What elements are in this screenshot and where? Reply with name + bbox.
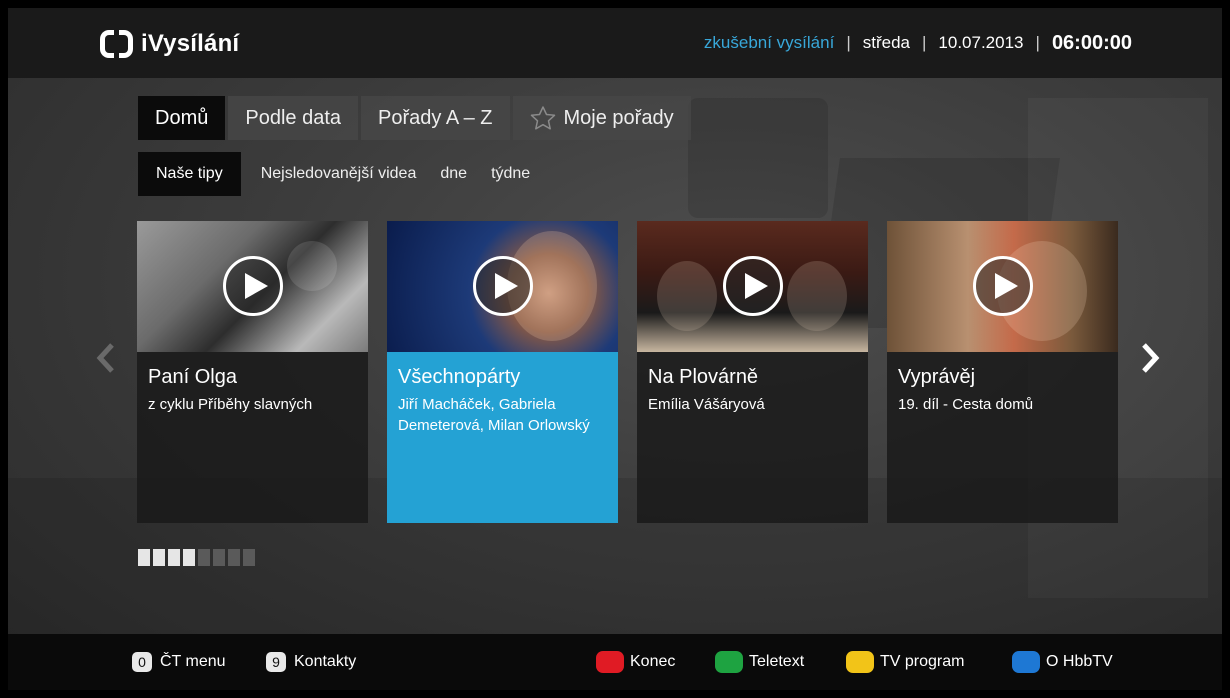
red-button-label: Konec	[630, 653, 676, 670]
contacts-key-hint[interactable]: 9 Kontakty	[266, 634, 356, 690]
video-title: Paní Olga	[148, 366, 237, 388]
ct-logo-icon	[100, 30, 133, 58]
video-card[interactable]: Vyprávěj 19. díl - Cesta domů	[887, 221, 1118, 523]
green-button-label: Teletext	[749, 653, 805, 670]
status-date: 10.07.2013	[938, 33, 1024, 52]
footer-bar: 0 ČT menu 9 Kontakty Konec Teletext TV p…	[8, 634, 1222, 690]
pager-dot	[228, 549, 240, 566]
video-title: Všechnopárty	[398, 366, 521, 388]
video-card[interactable]: Na Plovárně Emília Vášáryová	[637, 221, 868, 523]
status-day: středa	[862, 33, 910, 52]
tab-by-date[interactable]: Podle data	[228, 96, 358, 140]
blue-button-hbbtv[interactable]: O HbbTV	[1012, 634, 1113, 690]
tab-label: Pořady A – Z	[378, 106, 493, 129]
sub-tabs: Naše tipy Nejsledovanější videa dne týdn…	[138, 152, 542, 196]
main-tabs: Domů Podle data Pořady A – Z Moje pořady	[138, 96, 691, 140]
subtab-week[interactable]: týdne	[479, 152, 542, 196]
header-bar: iVysílání zkušební vysílání | středa | 1…	[8, 8, 1222, 78]
subtab-most-watched: Nejsledovanější videa	[241, 152, 429, 196]
tab-shows-a-z[interactable]: Pořady A – Z	[361, 96, 510, 140]
video-card[interactable]: Paní Olga z cyklu Příběhy slavných	[137, 221, 368, 523]
status-clock: 06:00:00	[1051, 31, 1132, 54]
play-icon	[973, 256, 1033, 316]
tab-home[interactable]: Domů	[138, 96, 226, 140]
tab-label: Domů	[155, 106, 209, 129]
subtab-label: týdne	[491, 165, 531, 182]
broadcast-mode: zkušební vysílání	[703, 33, 835, 52]
pager-dot	[153, 549, 165, 566]
pager-dot	[213, 549, 225, 566]
pager-dot	[183, 549, 195, 566]
video-subtitle: Emília Vášáryová	[648, 396, 765, 413]
subtab-label: Naše tipy	[156, 165, 223, 182]
app-logo: iVysílání	[100, 28, 239, 60]
video-carousel: Paní Olga z cyklu Příběhy slavných Všech…	[137, 221, 1118, 523]
video-title: Na Plovárně	[648, 366, 759, 388]
star-outline-icon	[530, 106, 555, 130]
menu-key-hint[interactable]: 0 ČT menu	[132, 634, 226, 690]
blue-button-label: O HbbTV	[1046, 653, 1113, 670]
video-subtitle: z cyklu Příběhy slavných	[148, 396, 313, 413]
pager-dot	[243, 549, 255, 566]
chevron-right-icon	[1142, 343, 1160, 373]
video-thumbnail	[387, 221, 618, 352]
video-thumbnail	[137, 221, 368, 352]
yellow-button-icon	[846, 651, 874, 673]
background-shape	[688, 98, 828, 218]
video-title: Vyprávěj	[898, 366, 976, 388]
video-subtitle: 19. díl - Cesta domů	[898, 396, 1034, 413]
pager-dot	[198, 549, 210, 566]
video-thumbnail	[887, 221, 1118, 352]
yellow-button-tv-program[interactable]: TV program	[846, 634, 964, 690]
video-card-selected[interactable]: Všechnopárty Jiří Macháček, Gabriela Dem…	[387, 221, 618, 523]
contacts-key-label: Kontakty	[294, 653, 357, 670]
tv-screen: iVysílání zkušební vysílání | středa | 1…	[8, 8, 1222, 690]
red-button-exit[interactable]: Konec	[596, 634, 675, 690]
chevron-left-icon	[96, 343, 114, 373]
subtab-day[interactable]: dne	[428, 152, 479, 196]
carousel-pager	[138, 549, 255, 566]
pager-dot	[168, 549, 180, 566]
status-separator: |	[1035, 33, 1040, 52]
blue-button-icon	[1012, 651, 1040, 673]
remote-key-9: 9	[266, 652, 286, 672]
red-button-icon	[596, 651, 624, 673]
subtab-our-tips[interactable]: Naše tipy	[138, 152, 241, 196]
carousel-next-button[interactable]	[1130, 338, 1170, 378]
green-button-teletext[interactable]: Teletext	[715, 634, 804, 690]
status-separator: |	[922, 33, 927, 52]
logo-text: iVysílání	[141, 30, 240, 57]
pager-dot	[138, 549, 150, 566]
subtab-label: Nejsledovanější videa	[260, 165, 417, 182]
video-thumbnail	[637, 221, 868, 352]
remote-key-0: 0	[132, 652, 152, 672]
tab-label: Podle data	[245, 106, 341, 129]
tab-label: Moje pořady	[563, 106, 674, 129]
video-subtitle: Jiří Macháček, Gabriela Demeterová, Mila…	[398, 396, 590, 434]
carousel-prev-button[interactable]	[86, 338, 126, 378]
menu-key-label: ČT menu	[160, 653, 226, 670]
play-icon	[473, 256, 533, 316]
play-icon	[723, 256, 783, 316]
green-button-icon	[715, 651, 743, 673]
subtab-label: dne	[440, 165, 468, 182]
status-bar: zkušební vysílání | středa | 10.07.2013 …	[704, 28, 1132, 58]
yellow-button-label: TV program	[880, 653, 965, 670]
play-icon	[223, 256, 283, 316]
tab-my-shows[interactable]: Moje pořady	[512, 96, 691, 140]
status-separator: |	[846, 33, 851, 52]
